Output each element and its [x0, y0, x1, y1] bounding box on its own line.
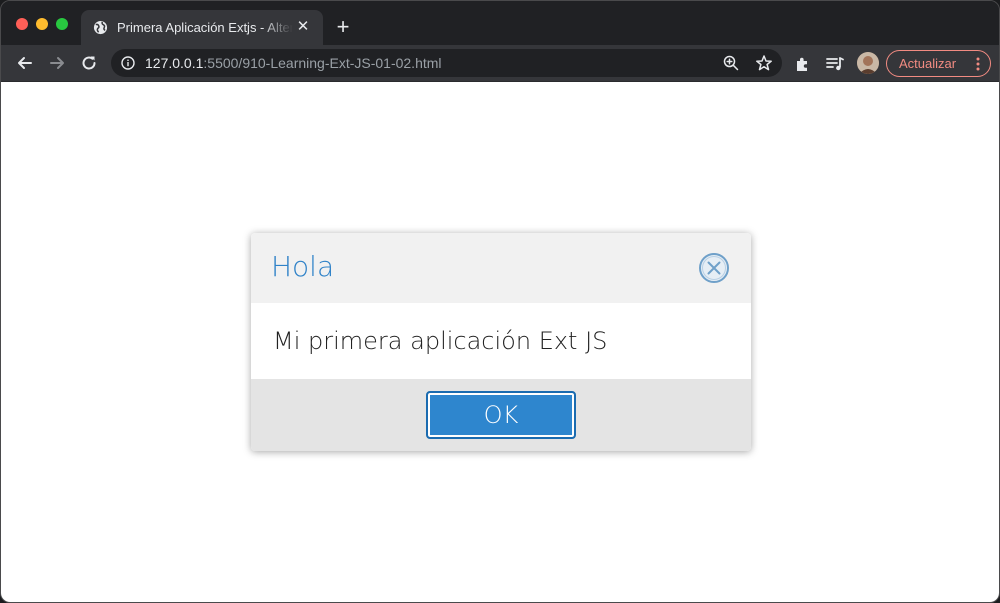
- dialog-message: Mi primera aplicación Ext JS: [273, 327, 608, 355]
- ok-button-label: OK: [483, 401, 519, 429]
- page-viewport: Hola Mi primera aplicación Ext JS OK: [1, 82, 999, 602]
- reload-icon[interactable]: [79, 53, 99, 73]
- update-label: Actualizar: [899, 56, 957, 71]
- extensions-puzzle-icon[interactable]: [794, 55, 812, 73]
- dialog-body: Mi primera aplicación Ext JS: [251, 303, 751, 379]
- address-bar[interactable]: 127.0.0.1:5500/910-Learning-Ext-JS-01-02…: [111, 49, 782, 77]
- new-tab-button[interactable]: +: [332, 16, 354, 38]
- update-button[interactable]: Actualizar: [886, 50, 991, 77]
- window-minimize-button[interactable]: [36, 18, 48, 30]
- avatar-image: [857, 52, 879, 74]
- tab-strip: Primera Aplicación Extjs - Alternative ✕…: [1, 1, 999, 45]
- window-maximize-button[interactable]: [56, 18, 68, 30]
- tab-close-icon[interactable]: ✕: [295, 19, 311, 35]
- bookmark-star-icon[interactable]: [755, 54, 773, 72]
- url-host: 127.0.0.1: [145, 55, 204, 71]
- forward-arrow-icon[interactable]: [47, 53, 67, 73]
- zoom-icon[interactable]: [723, 55, 739, 71]
- url-path: :5500/910-Learning-Ext-JS-01-02.html: [203, 55, 442, 71]
- ok-button[interactable]: OK: [426, 391, 576, 439]
- info-icon[interactable]: [121, 56, 135, 70]
- back-arrow-icon[interactable]: [15, 53, 35, 73]
- url-text[interactable]: 127.0.0.1:5500/910-Learning-Ext-JS-01-02…: [145, 55, 442, 71]
- browser-window: Primera Aplicación Extjs - Alternative ✕…: [0, 0, 1000, 603]
- dialog-footer: OK: [251, 379, 751, 451]
- window-close-button[interactable]: [16, 18, 28, 30]
- media-queue-icon[interactable]: [825, 55, 845, 73]
- dialog-header: Hola: [251, 233, 751, 303]
- message-box-dialog: Hola Mi primera aplicación Ext JS OK: [251, 233, 751, 451]
- browser-toolbar: 127.0.0.1:5500/910-Learning-Ext-JS-01-02…: [1, 45, 999, 82]
- close-circle-icon[interactable]: [698, 252, 730, 284]
- tab-title: Primera Aplicación Extjs - Alternative: [117, 20, 293, 35]
- globe-icon: [93, 20, 108, 35]
- tab-active[interactable]: Primera Aplicación Extjs - Alternative ✕: [81, 10, 323, 45]
- kebab-menu-icon[interactable]: [976, 57, 980, 71]
- dialog-title: Hola: [271, 250, 335, 283]
- profile-avatar[interactable]: [857, 52, 879, 74]
